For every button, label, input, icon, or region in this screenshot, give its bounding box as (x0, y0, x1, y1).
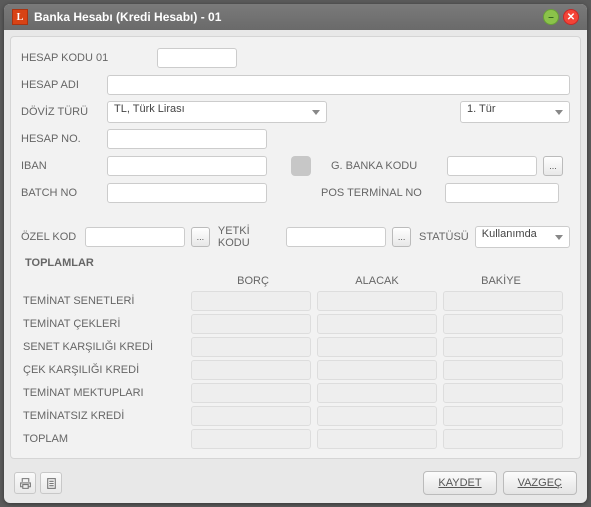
hesap-adi-input[interactable] (107, 75, 570, 95)
totals-row-label: SENET KARŞILIĞI KREDİ (21, 341, 191, 353)
totals-cell (317, 291, 437, 311)
document-icon (45, 477, 58, 490)
totals-row: TEMİNAT MEKTUPLARI (21, 383, 570, 403)
totals-cell (317, 337, 437, 357)
ozel-kod-label: ÖZEL KOD (21, 231, 79, 243)
totals-cell (443, 429, 563, 449)
statusu-label: STATÜSÜ (419, 231, 469, 243)
batch-no-label: BATCH NO (21, 187, 101, 199)
totals-row: ÇEK KARŞILIĞI KREDİ (21, 360, 570, 380)
totals-row-label: ÇEK KARŞILIĞI KREDİ (21, 364, 191, 376)
totals-cell (443, 360, 563, 380)
hesap-adi-label: HESAP ADI (21, 79, 101, 91)
col-alacak: ALACAK (315, 275, 439, 287)
totals-cell (191, 360, 311, 380)
iban-label: IBAN (21, 160, 101, 172)
yetki-kodu-label: YETKİ KODU (218, 225, 280, 249)
iban-input[interactable] (107, 156, 267, 176)
totals-cell (443, 291, 563, 311)
totals-cell (443, 383, 563, 403)
doviz-tur-type-select[interactable]: 1. Tür (460, 101, 570, 123)
totals-row: TEMİNAT ÇEKLERİ (21, 314, 570, 334)
close-button[interactable]: ✕ (563, 9, 579, 25)
titlebar: L Banka Hesabı (Kredi Hesabı) - 01 – ✕ (4, 4, 587, 30)
totals-row-label: TEMİNATSIZ KREDİ (21, 410, 191, 422)
col-borc: BORÇ (191, 275, 315, 287)
hesap-kodu-label: HESAP KODU 01 (21, 52, 151, 64)
totals-cell (317, 406, 437, 426)
pos-terminal-label: POS TERMİNAL NO (321, 187, 439, 199)
ellipsis-icon: ... (197, 232, 205, 242)
totals-row: TEMİNATSIZ KREDİ (21, 406, 570, 426)
totals-row: SENET KARŞILIĞI KREDİ (21, 337, 570, 357)
footer: KAYDET VAZGEÇ (4, 465, 587, 503)
window-title: Banka Hesabı (Kredi Hesabı) - 01 (34, 10, 543, 24)
ozel-kod-lookup-button[interactable]: ... (191, 227, 210, 247)
doviz-turu-label: DÖVİZ TÜRÜ (21, 106, 101, 118)
totals-cell (191, 406, 311, 426)
totals-cell (317, 383, 437, 403)
totals-cell (191, 383, 311, 403)
totals-title: TOPLAMLAR (25, 257, 570, 269)
totals-cell (443, 406, 563, 426)
ozel-kod-input[interactable] (85, 227, 185, 247)
save-button[interactable]: KAYDET (423, 471, 496, 495)
app-icon: L (12, 9, 28, 25)
statusu-value: Kullanımda (482, 228, 537, 240)
g-banka-kodu-label: G. BANKA KODU (331, 160, 441, 172)
ellipsis-icon: ... (398, 232, 406, 242)
batch-no-input[interactable] (107, 183, 267, 203)
totals-row-label: TOPLAM (21, 433, 191, 445)
doviz-turu-value: TL, Türk Lirası (114, 103, 185, 115)
hesap-no-label: HESAP NO. (21, 133, 101, 145)
g-banka-kodu-input[interactable] (447, 156, 537, 176)
yetki-kodu-lookup-button[interactable]: ... (392, 227, 411, 247)
printer-icon (19, 477, 32, 490)
iban-checkbox[interactable] (291, 156, 311, 176)
totals-row: TEMİNAT SENETLERİ (21, 291, 570, 311)
totals-cell (443, 314, 563, 334)
print-button[interactable] (14, 472, 36, 494)
window-controls: – ✕ (543, 9, 579, 25)
minimize-button[interactable]: – (543, 9, 559, 25)
ellipsis-icon: ... (549, 161, 557, 171)
totals-header: BORÇ ALACAK BAKİYE (21, 275, 570, 287)
doviz-turu-select[interactable]: TL, Türk Lirası (107, 101, 327, 123)
totals-row: TOPLAM (21, 429, 570, 449)
totals-cell (191, 291, 311, 311)
cancel-button[interactable]: VAZGEÇ (503, 471, 577, 495)
yetki-kodu-input[interactable] (286, 227, 386, 247)
pos-terminal-input[interactable] (445, 183, 559, 203)
totals-cell (191, 337, 311, 357)
totals-row-label: TEMİNAT SENETLERİ (21, 295, 191, 307)
document-button[interactable] (40, 472, 62, 494)
totals-row-label: TEMİNAT MEKTUPLARI (21, 387, 191, 399)
totals-cell (191, 429, 311, 449)
totals-grid: BORÇ ALACAK BAKİYE TEMİNAT SENETLERİ TEMİ… (21, 275, 570, 449)
content-panel: HESAP KODU 01 HESAP ADI DÖVİZ TÜRÜ TL, T… (10, 36, 581, 459)
totals-cell (443, 337, 563, 357)
col-bakiye: BAKİYE (439, 275, 563, 287)
hesap-no-input[interactable] (107, 129, 267, 149)
hesap-kodu-input[interactable] (157, 48, 237, 68)
totals-row-label: TEMİNAT ÇEKLERİ (21, 318, 191, 330)
totals-cell (317, 360, 437, 380)
totals-cell (317, 314, 437, 334)
statusu-select[interactable]: Kullanımda (475, 226, 570, 248)
g-banka-kodu-lookup-button[interactable]: ... (543, 156, 563, 176)
window: L Banka Hesabı (Kredi Hesabı) - 01 – ✕ H… (4, 4, 587, 503)
doviz-tur-type-value: 1. Tür (467, 103, 496, 115)
totals-cell (191, 314, 311, 334)
totals-cell (317, 429, 437, 449)
